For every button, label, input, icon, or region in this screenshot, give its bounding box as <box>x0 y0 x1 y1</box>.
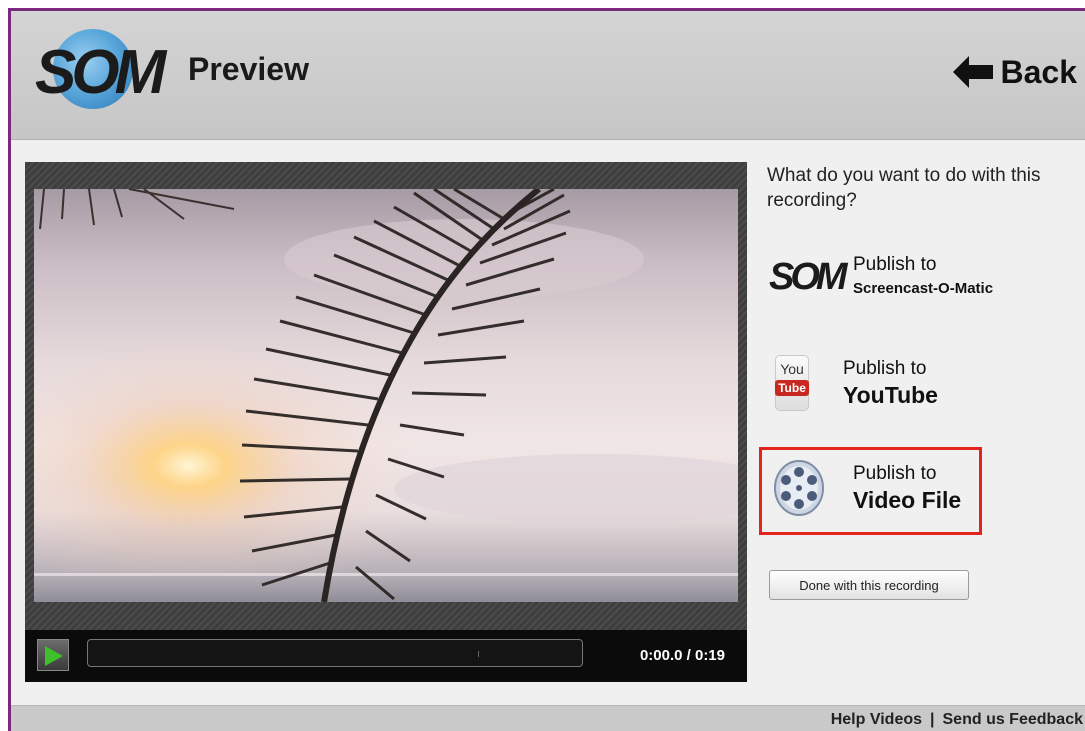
publish-target-label: YouTube <box>843 382 938 408</box>
question-text: What do you want to do with this recordi… <box>767 165 1041 211</box>
youtube-icon: You Tube <box>775 355 809 411</box>
back-label: Back <box>1000 53 1078 90</box>
publish-video-file-button[interactable]: Publish to Video File <box>773 458 961 518</box>
publish-target-label: Screencast-O-Matic <box>853 280 994 297</box>
som-logo-text: SOM <box>35 38 166 107</box>
play-button[interactable] <box>37 639 69 671</box>
publish-label: Publish to <box>853 463 937 484</box>
footer-separator: | <box>930 711 935 728</box>
progress-bar[interactable] <box>87 639 583 667</box>
publish-target-label: Video File <box>853 487 962 513</box>
back-button[interactable]: Back <box>952 47 1078 97</box>
publish-label: Publish to <box>853 254 937 275</box>
player-controls: 0:00.0 / 0:19 <box>25 630 747 682</box>
palm-sunset-image <box>34 189 738 602</box>
done-button[interactable]: Done with this recording <box>769 570 969 600</box>
video-player: 0:00.0 / 0:19 <box>25 162 747 682</box>
publish-label: Publish to <box>843 358 927 379</box>
film-reel-icon <box>774 460 824 516</box>
video-frame[interactable] <box>34 189 738 602</box>
page-title: Preview <box>188 51 309 87</box>
publish-youtube-button[interactable]: You Tube Publish to YouTube <box>771 355 938 411</box>
time-display: 0:00.0 / 0:19 <box>639 647 725 664</box>
publish-screencast-o-matic-button[interactable]: SOM Publish to Screencast-O-Matic <box>769 253 993 301</box>
som-logo-icon: SOM <box>769 256 848 298</box>
feedback-link[interactable]: Send us Feedback <box>943 711 1084 728</box>
progress-tick <box>478 651 479 657</box>
footer-bar: Help Videos | Send us Feedback <box>11 705 1085 731</box>
play-icon <box>45 646 63 666</box>
arrow-left-icon <box>952 56 993 88</box>
app-window: SOM Preview Back 0:00.0 / 0:19 What do y… <box>8 8 1085 731</box>
help-videos-link[interactable]: Help Videos <box>831 711 922 728</box>
header-bar: SOM Preview Back <box>11 11 1085 140</box>
